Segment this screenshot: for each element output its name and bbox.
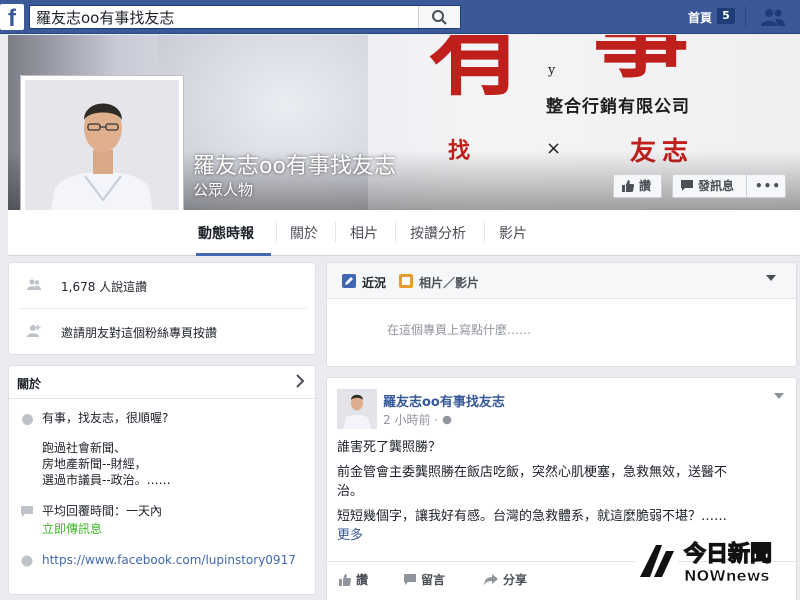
post-timestamp[interactable]: 2 小時前 · (383, 411, 452, 428)
cover-company-name: 整合行銷有限公司 (546, 97, 690, 117)
response-time-text: 平均回覆時間：一天內 (42, 504, 163, 518)
about-description-line-3: 房地產新聞--財經， (42, 457, 147, 471)
about-card: 關於 有事，找友志，很順喔? 跑過社會新聞、 房地產新聞--財經， 選過市議員-… (8, 365, 316, 595)
home-link[interactable]: 首頁 (688, 9, 712, 26)
tab-timeline[interactable]: 動態時報 (198, 223, 254, 243)
about-description-line-4: 選過市議員--政治。…… (42, 473, 171, 487)
about-description-line-1: 有事，找友志，很順喔? (42, 411, 169, 425)
search-button[interactable] (418, 6, 460, 28)
post-like-button[interactable]: 讚 (339, 571, 368, 588)
like-page-button[interactable]: 讚 (613, 174, 662, 198)
composer-tab-status[interactable]: 近況 (362, 274, 386, 291)
nownews-logo: 今日新聞 NOWnews (636, 540, 773, 585)
people-icon (27, 279, 41, 290)
post-share-button[interactable]: 分享 (484, 571, 527, 588)
search-box[interactable] (29, 5, 461, 29)
top-navigation-bar: f 首頁 5 (0, 0, 800, 34)
friend-requests-icon[interactable] (760, 8, 786, 26)
cover-text-y: y (548, 63, 556, 78)
tab-about[interactable]: 關於 (290, 223, 318, 243)
tab-likes-analysis[interactable]: 按讚分析 (410, 223, 466, 243)
page-tab-bar: 動態時報 關於 相片 按讚分析 影片 (8, 210, 800, 256)
page-stats-card: 1,678 人說這讚 邀請朋友對這個粉絲專頁按讚 (8, 262, 316, 355)
comment-icon (404, 574, 416, 585)
post-text-line-2: 前金管會主委龔照勝在飯店吃飯，突然心肌梗塞，急救無效，送醫不 (337, 465, 728, 480)
globe-icon (21, 555, 33, 567)
active-tab-indicator (196, 253, 271, 256)
public-globe-icon (442, 415, 452, 425)
thumbs-up-icon (622, 180, 634, 192)
row-divider (19, 308, 307, 309)
likes-count-text[interactable]: 1,678 人說這讚 (61, 278, 147, 295)
send-message-label: 發訊息 (698, 179, 735, 193)
tab-photos[interactable]: 相片 (350, 223, 378, 243)
about-description-line-2: 跑過社會新聞、 (42, 441, 127, 455)
cover-text-big-2: 事 (593, 35, 689, 83)
composer-tabs: 近況 相片／影片 (327, 263, 796, 299)
pencil-icon (342, 274, 356, 288)
topbar-divider (745, 6, 746, 28)
page-title[interactable]: 羅友志oo有事找友志 (193, 148, 396, 180)
more-options-button[interactable]: ••• (746, 174, 786, 198)
post-options-icon[interactable] (774, 393, 784, 399)
photo-video-icon (399, 274, 413, 288)
tab-divider (484, 222, 485, 242)
nownews-watermark: 今日新聞 NOWnews (636, 537, 786, 585)
post-composer: 近況 相片／影片 在這個專頁上寫點什麼…… (326, 262, 797, 367)
tab-divider (395, 222, 396, 242)
invite-friends-link[interactable]: 邀請朋友對這個粉絲專頁按讚 (61, 324, 217, 341)
post-author-name[interactable]: 羅友志oo有事找友志 (383, 391, 505, 410)
invite-person-icon (27, 325, 41, 337)
post-text-line-4: 短短幾個字，讓我好有感。台灣的急救體系，就這麼脆弱不堪？…… (337, 509, 728, 524)
website-link[interactable]: https://www.facebook.com/lupinstory0917 (42, 553, 296, 568)
avatar-portrait (337, 389, 377, 429)
about-title: 關於 (17, 377, 42, 391)
post-author-avatar[interactable] (337, 389, 377, 429)
watermark-text-english: NOWnews (684, 567, 770, 585)
post-text-line-3: 治。 (337, 484, 364, 499)
message-now-link[interactable]: 立即傳訊息 (42, 522, 102, 537)
tab-divider (335, 222, 336, 242)
composer-tab-photo-video[interactable]: 相片／影片 (419, 274, 479, 291)
info-icon (22, 414, 33, 425)
post-comment-button[interactable]: 留言 (404, 571, 445, 588)
search-input[interactable] (30, 6, 420, 28)
post-text-line-1: 誰害死了龔照勝？ (337, 440, 442, 455)
thumbs-up-icon (339, 574, 351, 586)
message-icon (681, 180, 693, 191)
like-page-label: 讚 (639, 179, 652, 193)
cover-text-big-1: 有 (428, 35, 524, 109)
composer-input[interactable]: 在這個專頁上寫點什麼…… (387, 321, 531, 338)
about-header[interactable]: 關於 (9, 366, 315, 399)
message-bubble-icon (21, 506, 33, 517)
watermark-text-chinese: 今日新聞 (684, 541, 772, 567)
search-icon (432, 10, 447, 25)
facebook-logo-icon[interactable]: f (0, 4, 24, 32)
tab-videos[interactable]: 影片 (499, 223, 527, 243)
share-icon (484, 574, 498, 586)
chevron-right-icon (296, 374, 305, 388)
send-message-button[interactable]: 發訊息 (672, 174, 748, 198)
page-category: 公眾人物 (193, 181, 254, 199)
home-count-badge: 5 (717, 8, 735, 24)
tab-divider (276, 222, 277, 242)
composer-dropdown-icon[interactable] (766, 275, 776, 281)
